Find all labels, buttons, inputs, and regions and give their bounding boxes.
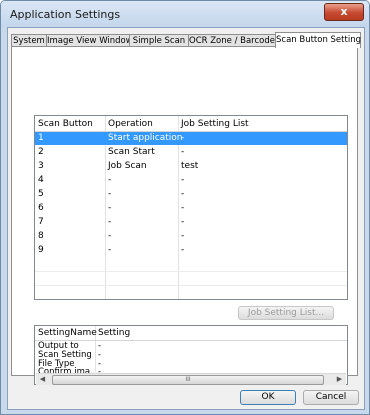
- window-title: Application Settings: [10, 8, 121, 21]
- grid-row[interactable]: 4 - -: [35, 174, 347, 187]
- cell-job-setting: -: [181, 189, 185, 199]
- scan-button-setting-panel: Scan Button Operation Job Setting List 1…: [11, 46, 358, 385]
- grid-row[interactable]: 8 - -: [35, 230, 347, 243]
- grid-row[interactable]: 5 - -: [35, 188, 347, 201]
- cell-operation: Scan Start: [108, 147, 155, 157]
- cell-scan-button: 1: [38, 133, 44, 143]
- scrollbar-thumb[interactable]: III: [52, 375, 324, 385]
- row-separator: [35, 285, 347, 286]
- horizontal-scrollbar[interactable]: ◀ III ▶: [36, 373, 346, 385]
- cell-scan-button: 6: [38, 203, 44, 213]
- detail-header: SettingName Setting: [35, 326, 347, 341]
- header-setting[interactable]: Setting: [98, 328, 130, 338]
- cell-scan-button: 2: [38, 147, 44, 157]
- title-bar[interactable]: Application Settings x: [1, 1, 369, 27]
- header-job-setting-list[interactable]: Job Setting List: [181, 119, 249, 129]
- cell-operation: Start application: [108, 133, 183, 143]
- cancel-button[interactable]: Cancel: [303, 390, 359, 405]
- header-operation[interactable]: Operation: [108, 119, 153, 129]
- scan-button-grid[interactable]: Scan Button Operation Job Setting List 1…: [34, 115, 348, 300]
- scroll-right-arrow-icon[interactable]: ▶: [334, 374, 345, 385]
- cell-scan-button: 7: [38, 217, 44, 227]
- cell-job-setting: -: [181, 203, 185, 213]
- cell-scan-button: 8: [38, 231, 44, 241]
- grid-row[interactable]: 1 Start application -: [35, 132, 347, 145]
- cell-operation: Job Scan: [108, 161, 147, 171]
- close-button[interactable]: x: [324, 3, 364, 21]
- grid-row[interactable]: 9 - -: [35, 244, 347, 257]
- grid-row[interactable]: 6 - -: [35, 202, 347, 215]
- cell-operation: -: [108, 203, 112, 213]
- application-settings-window: Application Settings x System Image View…: [0, 0, 370, 415]
- tab-scan-button-setting[interactable]: Scan Button Setting: [275, 32, 361, 48]
- cell-operation: -: [108, 189, 112, 199]
- grid-row[interactable]: 2 Scan Start -: [35, 146, 347, 159]
- cell-scan-button: 4: [38, 175, 44, 185]
- cell-scan-button: 3: [38, 161, 44, 171]
- cell-job-setting: -: [181, 133, 185, 143]
- setting-detail-grid: SettingName Setting Output to - Scan Set…: [34, 325, 348, 385]
- cell-operation: -: [108, 231, 112, 241]
- row-separator: [35, 271, 347, 272]
- grid-row[interactable]: 7 - -: [35, 216, 347, 229]
- ok-button[interactable]: OK: [240, 390, 296, 405]
- cell-job-setting: -: [181, 147, 185, 157]
- header-scan-button[interactable]: Scan Button: [38, 119, 93, 129]
- scroll-left-arrow-icon[interactable]: ◀: [37, 374, 48, 385]
- grid-header: Scan Button Operation Job Setting List: [35, 116, 347, 132]
- dialog-client-area: System Image View Window Simple Scan OCR…: [7, 27, 365, 410]
- cell-operation: -: [108, 175, 112, 185]
- cell-operation: -: [108, 217, 112, 227]
- grid-row[interactable]: 3 Job Scan test: [35, 160, 347, 173]
- job-setting-list-button[interactable]: Job Setting List...: [238, 306, 334, 320]
- cell-job-setting: -: [181, 175, 185, 185]
- cell-job-setting: test: [181, 161, 199, 171]
- cell-job-setting: -: [181, 231, 185, 241]
- cell-scan-button: 5: [38, 189, 44, 199]
- cell-job-setting: -: [181, 217, 185, 227]
- cell-scan-button: 9: [38, 245, 44, 255]
- cell-job-setting: -: [181, 245, 185, 255]
- header-setting-name[interactable]: SettingName: [38, 328, 97, 338]
- cell-operation: -: [108, 245, 112, 255]
